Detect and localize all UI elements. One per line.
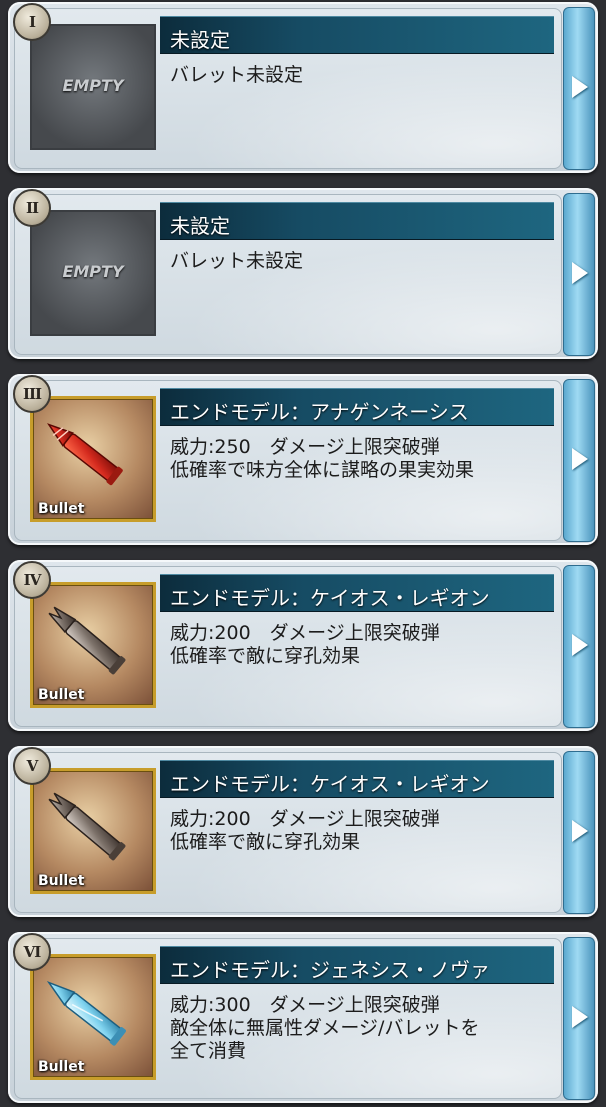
slot-title-bar: 未設定 (160, 202, 554, 240)
slot-title: エンドモデル：ケイオス・レギオン (170, 586, 490, 610)
bullet-thumbnail: Bullet (30, 396, 156, 522)
slot-number-badge: VI (13, 933, 51, 971)
slot-title: 未設定 (170, 214, 230, 238)
slot-title-bar: エンドモデル：アナゲンネーシス (160, 388, 554, 426)
slot-title: エンドモデル：アナゲンネーシス (170, 400, 469, 424)
description-line: バレット未設定 (170, 250, 304, 272)
slot-open-button[interactable] (563, 379, 595, 542)
arrow-right-icon (572, 1006, 588, 1028)
bullet-label: Bullet (38, 873, 85, 889)
bullet-label: Bullet (38, 501, 85, 517)
slot-number-badge: III (13, 375, 51, 413)
slot-title-bar: エンドモデル：ケイオス・レギオン (160, 574, 554, 612)
slot-open-button[interactable] (563, 193, 595, 356)
slot-title-bar: 未設定 (160, 16, 554, 54)
description-line: 敵全体に無属性ダメージ/バレットを (170, 1017, 480, 1039)
bullet-slot-4[interactable]: IV Bullet エンドモデル：ケイオス・レギオン 威力:200 ダメージ上限… (8, 560, 598, 731)
slot-title: 未設定 (170, 28, 230, 52)
slot-title-bar: エンドモデル：ケイオス・レギオン (160, 760, 554, 798)
bullet-thumbnail: Bullet (30, 768, 156, 894)
arrow-right-icon (572, 448, 588, 470)
slot-number-badge: IV (13, 561, 51, 599)
slot-description: 威力:250 ダメージ上限突破弾 低確率で味方全体に謀略の果実効果 (170, 436, 554, 482)
empty-slot-thumbnail: EMPTY (30, 210, 156, 336)
description-line: 威力:200 ダメージ上限突破弾 (170, 622, 440, 644)
slot-title: エンドモデル：ケイオス・レギオン (170, 772, 490, 796)
description-line: 威力:250 ダメージ上限突破弾 (170, 436, 440, 458)
bullet-slot-5[interactable]: V Bullet エンドモデル：ケイオス・レギオン 威力:200 ダメージ上限突… (8, 746, 598, 917)
bullet-slot-6[interactable]: VI Bullet エンドモデル：ジェネシス・ノヴァ 威力:300 ダメージ上限… (8, 932, 598, 1103)
slot-open-button[interactable] (563, 937, 595, 1100)
slot-title: エンドモデル：ジェネシス・ノヴァ (170, 958, 490, 982)
description-line: 全て消費 (170, 1040, 247, 1062)
slot-open-button[interactable] (563, 751, 595, 914)
description-line: 威力:300 ダメージ上限突破弾 (170, 994, 440, 1016)
slot-description: 威力:200 ダメージ上限突破弾 低確率で敵に穿孔効果 (170, 808, 554, 854)
empty-label: EMPTY (62, 76, 124, 95)
slot-title-bar: エンドモデル：ジェネシス・ノヴァ (160, 946, 554, 984)
bullet-slot-3[interactable]: III Bullet エンドモデル：アナゲンネーシス 威力:250 ダメージ上限… (8, 374, 598, 545)
bullet-slot-1[interactable]: I EMPTY 未設定 バレット未設定 (8, 2, 598, 173)
bullet-thumbnail: Bullet (30, 954, 156, 1080)
slot-description: 威力:300 ダメージ上限突破弾 敵全体に無属性ダメージ/バレットを 全て消費 (170, 994, 554, 1063)
slot-number-badge: I (13, 3, 51, 41)
slot-description: バレット未設定 (170, 64, 554, 87)
bullet-slot-2[interactable]: II EMPTY 未設定 バレット未設定 (8, 188, 598, 359)
description-line: 低確率で敵に穿孔効果 (170, 645, 361, 667)
bullet-slot-list: I EMPTY 未設定 バレット未設定 II EMPTY 未設定 バレット未設定 (0, 0, 606, 1107)
bullet-label: Bullet (38, 1059, 85, 1075)
description-line: 威力:200 ダメージ上限突破弾 (170, 808, 440, 830)
slot-description: 威力:200 ダメージ上限突破弾 低確率で敵に穿孔効果 (170, 622, 554, 668)
bullet-label: Bullet (38, 687, 85, 703)
slot-open-button[interactable] (563, 7, 595, 170)
description-line: 低確率で味方全体に謀略の果実効果 (170, 459, 475, 481)
arrow-right-icon (572, 76, 588, 98)
empty-slot-thumbnail: EMPTY (30, 24, 156, 150)
slot-number-badge: II (13, 189, 51, 227)
bullet-thumbnail: Bullet (30, 582, 156, 708)
description-line: 低確率で敵に穿孔効果 (170, 831, 361, 853)
arrow-right-icon (572, 262, 588, 284)
description-line: バレット未設定 (170, 64, 304, 86)
arrow-right-icon (572, 820, 588, 842)
slot-open-button[interactable] (563, 565, 595, 728)
arrow-right-icon (572, 634, 588, 656)
slot-number-badge: V (13, 747, 51, 785)
empty-label: EMPTY (62, 262, 124, 281)
slot-description: バレット未設定 (170, 250, 554, 273)
